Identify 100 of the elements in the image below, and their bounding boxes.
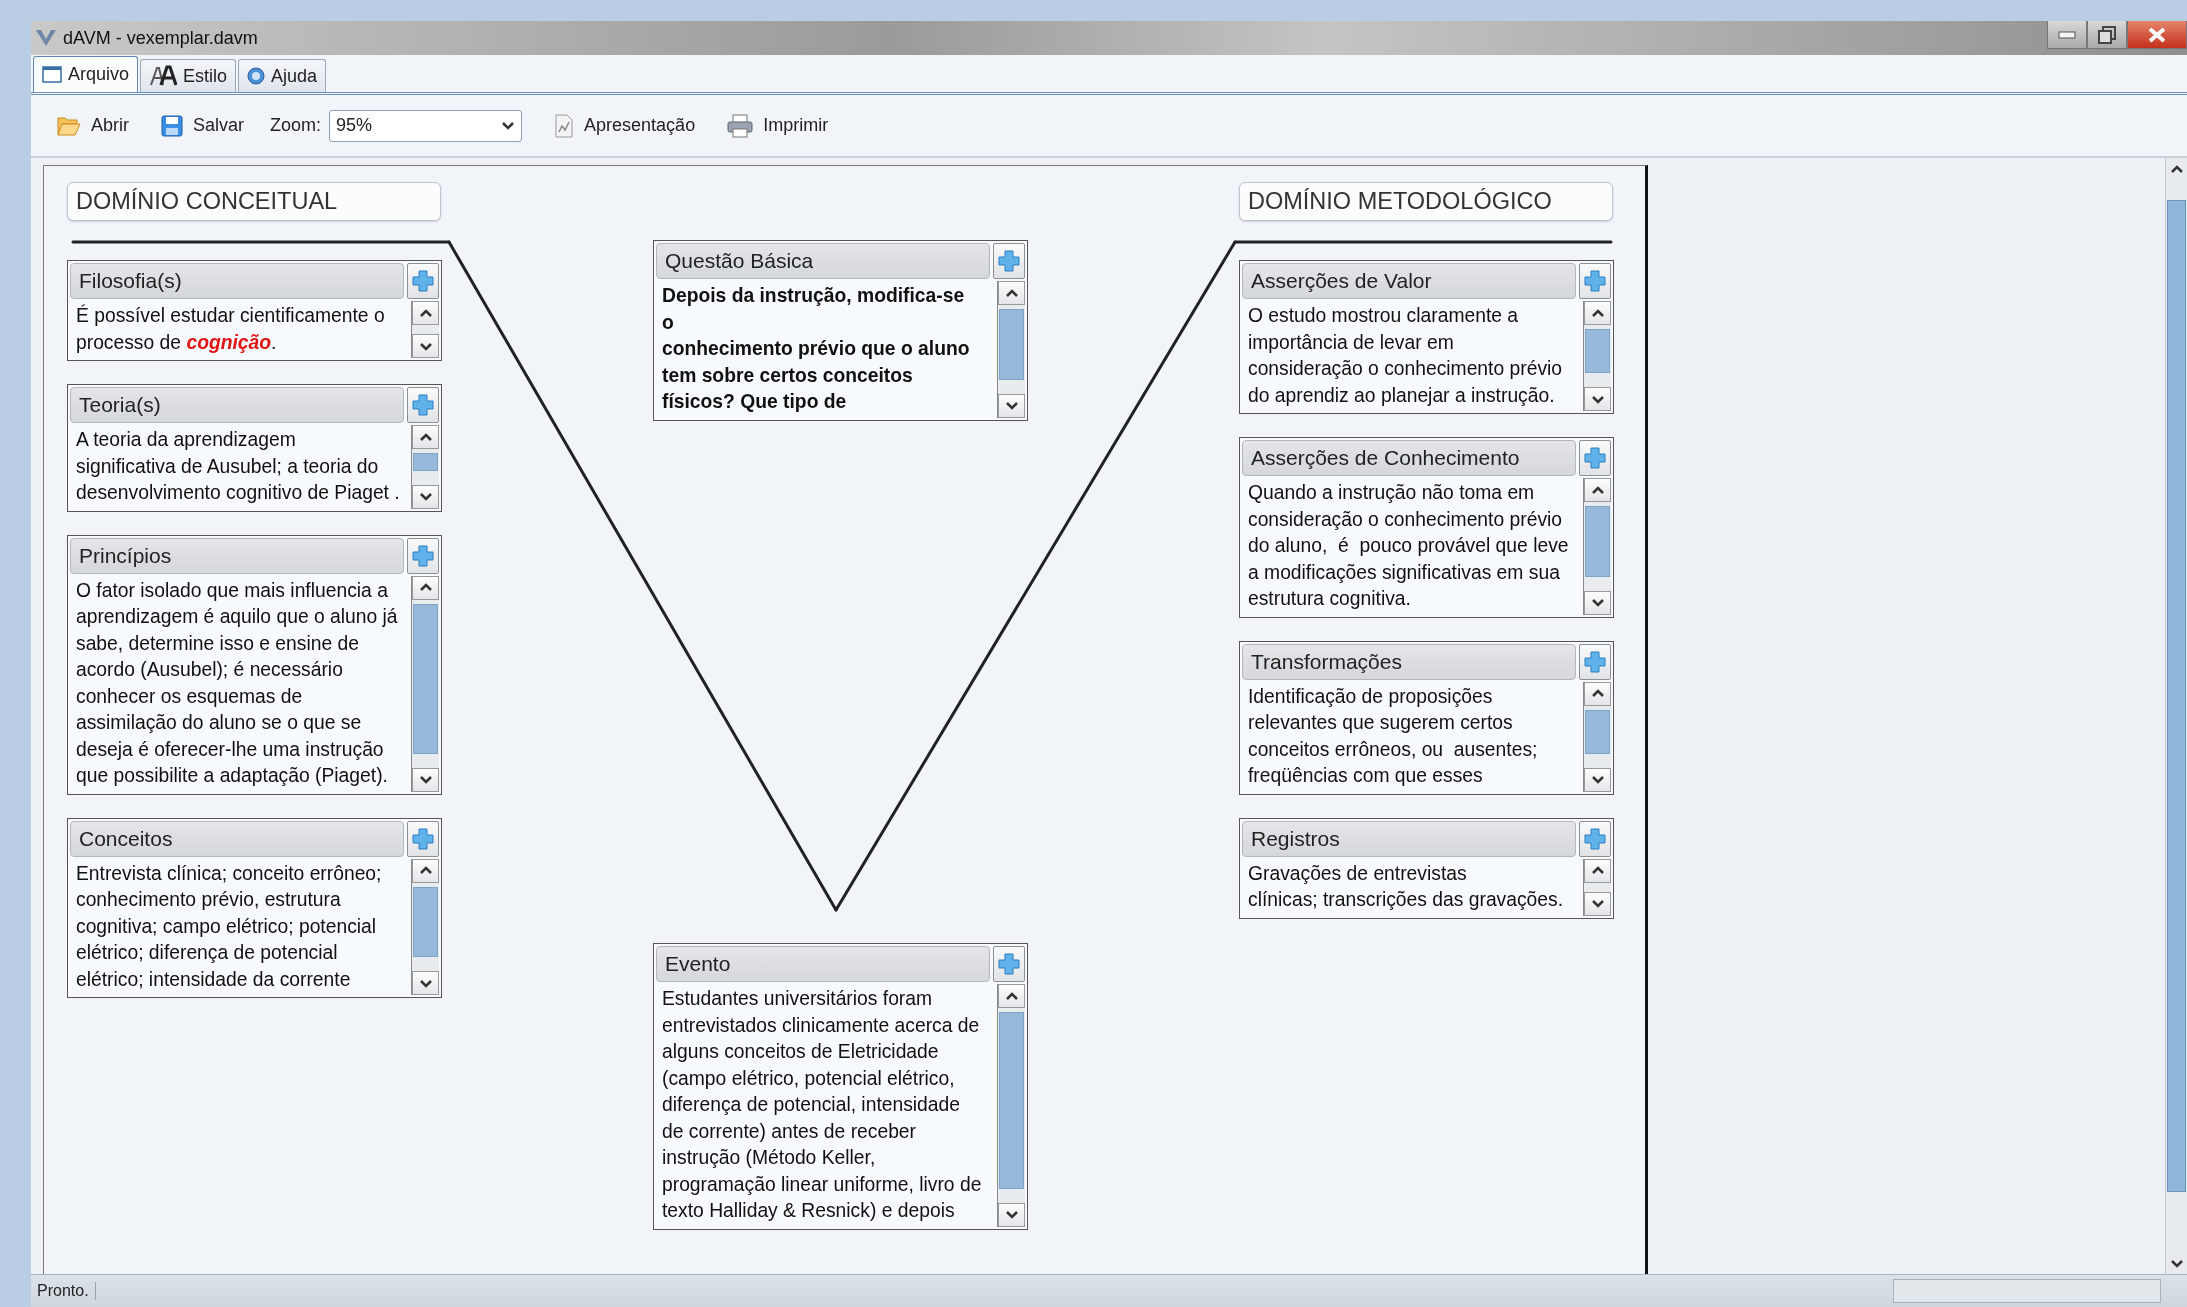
chevron-down-icon xyxy=(1590,775,1605,784)
plus-icon xyxy=(998,250,1020,272)
scroll-up-button[interactable] xyxy=(1584,858,1611,883)
plus-icon xyxy=(412,544,434,567)
chevron-down-icon xyxy=(1004,401,1019,410)
scroll-down-button[interactable] xyxy=(998,393,1025,418)
scrollbar[interactable] xyxy=(1583,858,1611,916)
card-title: Filosofia(s) xyxy=(70,263,404,299)
chevron-up-icon xyxy=(1590,866,1605,875)
card-title: Asserções de Conhecimento xyxy=(1242,440,1576,476)
restore-button[interactable] xyxy=(2087,21,2127,49)
close-button[interactable] xyxy=(2127,21,2187,49)
scrollbar[interactable] xyxy=(1583,478,1611,615)
scroll-up-button[interactable] xyxy=(998,984,1025,1008)
scrollbar[interactable] xyxy=(997,281,1025,418)
card-title: Questão Básica xyxy=(656,243,990,279)
card-text: Identificação de proposições relevantes que sugerem certos conceitos errôneos, ou ausentes; freqüências com que esses xyxy=(1247,684,1539,788)
plus-icon xyxy=(998,953,1020,975)
chevron-up-icon xyxy=(1590,485,1605,495)
chevron-up-icon xyxy=(418,308,433,318)
tab[interactable]: Ajuda xyxy=(238,59,327,92)
zoom-label: Zoom: xyxy=(270,115,322,136)
scroll-thumb[interactable] xyxy=(1585,329,1610,373)
card-text: Entrevista clínica; conceito errôneo; conhecimento prévio, estrutura cognitiva; campo elétrico; potencial elétrico; diferença de potencial elétrico; intensidade da corrente xyxy=(75,861,383,992)
app-logo-icon xyxy=(35,29,57,47)
scroll-up-button[interactable] xyxy=(1584,301,1611,325)
scroll-thumb[interactable] xyxy=(999,1012,1024,1189)
scroll-down-button[interactable] xyxy=(412,767,439,792)
card-text: A teoria da aprendizagem significativa de Ausubel; a teoria do desenvolvimento cognitivo de Piaget . xyxy=(75,428,401,505)
scroll-thumb[interactable] xyxy=(413,886,438,957)
card-title: Teoria(s) xyxy=(70,387,404,423)
presentation-button[interactable]: Apresentação xyxy=(542,109,708,142)
scroll-down-button[interactable] xyxy=(1584,891,1611,916)
card-text: É possível estudar cientificamente o processo de cognição. xyxy=(75,303,386,355)
scroll-thumb[interactable] xyxy=(413,453,438,471)
scrollbar[interactable] xyxy=(2165,158,2187,1274)
chevron-up-icon xyxy=(1590,689,1605,698)
document-chart-icon xyxy=(554,113,575,138)
zoom-dropdown[interactable]: 95% xyxy=(329,109,523,142)
save-button[interactable]: Salvar xyxy=(149,110,257,141)
printer-icon xyxy=(727,113,754,138)
scroll-thumb[interactable] xyxy=(2167,200,2186,1192)
scroll-down-button[interactable] xyxy=(412,971,439,995)
scrollbar[interactable] xyxy=(411,425,439,509)
chevron-down-icon xyxy=(2169,1258,2184,1268)
scrollbar[interactable] xyxy=(411,575,439,792)
scrollbar[interactable] xyxy=(1583,681,1611,792)
scroll-up-button[interactable] xyxy=(412,575,439,600)
chevron-down-icon xyxy=(1590,899,1605,908)
scroll-up-button[interactable] xyxy=(1584,681,1611,706)
scroll-down-button[interactable] xyxy=(1584,767,1611,792)
plus-icon xyxy=(1584,270,1606,292)
scroll-down-button[interactable] xyxy=(412,484,439,509)
card-text: O estudo mostrou claramente a importância de levar em consideração o conhecimento prévio do aprendiz ao planejar a instrução. xyxy=(1247,304,1564,408)
window-icon xyxy=(42,66,62,83)
print-button[interactable]: Imprimir xyxy=(715,109,841,142)
scroll-up-button[interactable] xyxy=(998,281,1025,305)
scroll-thumb[interactable] xyxy=(1585,709,1610,754)
domain-heading: DOMÍNIO METODOLÓGICO xyxy=(1239,182,1613,221)
chevron-down-icon xyxy=(501,120,516,131)
scrollbar[interactable] xyxy=(411,858,439,995)
scroll-thumb[interactable] xyxy=(999,309,1024,380)
scroll-thumb[interactable] xyxy=(413,603,438,754)
chevron-up-icon xyxy=(1590,308,1605,318)
scroll-down-button[interactable] xyxy=(412,334,439,358)
close-icon xyxy=(2147,26,2167,43)
restore-icon xyxy=(2098,25,2116,44)
chevron-up-icon xyxy=(1004,991,1019,1001)
chevron-up-icon xyxy=(418,866,433,875)
scroll-up-button[interactable] xyxy=(412,425,439,449)
scrollbar[interactable] xyxy=(1583,301,1611,411)
window-title: dAVM - vexemplar.davm xyxy=(63,27,258,49)
folder-icon xyxy=(57,114,81,137)
card-text: Gravações de entrevistas clínicas; transcrições das gravações. xyxy=(1247,861,1565,912)
tab[interactable]: Arquivo xyxy=(33,56,139,92)
minimize-button[interactable] xyxy=(2047,21,2087,49)
help-icon xyxy=(247,67,266,85)
tab[interactable]: Estilo xyxy=(140,59,237,92)
card-title: Conceitos xyxy=(70,820,404,857)
chevron-up-icon xyxy=(1004,288,1019,298)
card-text: Depois da instrução, modifica-se o conhecimento prévio que o aluno tem sobre certos conceitos físicos? Que tipo de xyxy=(661,284,971,414)
scrollbar[interactable] xyxy=(997,984,1025,1227)
open-button[interactable]: Abrir xyxy=(45,110,141,141)
scroll-down-button[interactable] xyxy=(1584,590,1611,615)
minimize-icon xyxy=(2058,30,2076,39)
scroll-up-button[interactable] xyxy=(1584,478,1611,502)
scroll-thumb[interactable] xyxy=(1585,506,1610,577)
chevron-down-icon xyxy=(418,341,433,351)
plus-icon xyxy=(1584,447,1606,469)
chevron-down-icon xyxy=(1590,598,1605,607)
scroll-down-button[interactable] xyxy=(1584,387,1611,411)
scrollbar[interactable] xyxy=(411,301,439,358)
scroll-up-button[interactable] xyxy=(412,858,439,883)
plus-icon xyxy=(1584,650,1606,673)
font-style-icon xyxy=(149,65,178,87)
card-title: Registros xyxy=(1242,820,1576,857)
scroll-down-button[interactable] xyxy=(998,1202,1025,1227)
card-title: Princípios xyxy=(70,537,404,574)
scroll-up-button[interactable] xyxy=(412,301,439,325)
chevron-down-icon xyxy=(1004,1210,1019,1219)
